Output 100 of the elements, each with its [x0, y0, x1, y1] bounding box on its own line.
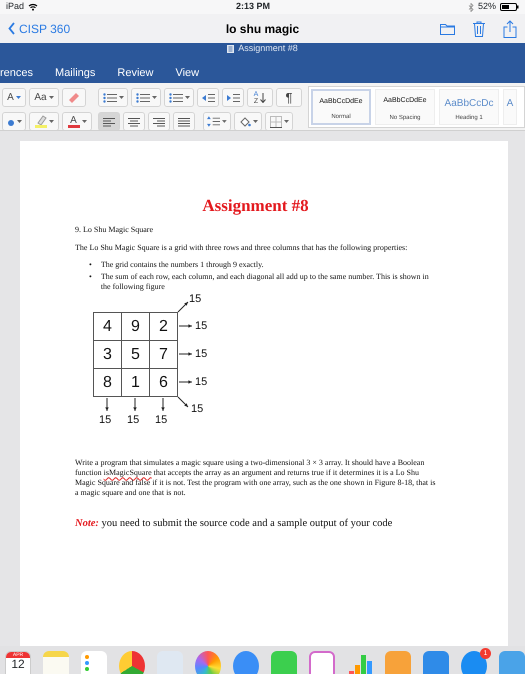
arrow — [105, 398, 109, 412]
intro-paragraph: The Lo Shu Magic Square is a grid with three rows and three columns that has the following properties: — [75, 242, 408, 254]
bullet-item: The sum of each row, each column, and each diagonal all add up to the same number. This is shown in the following figure — [100, 272, 430, 292]
ribbon-tab[interactable]: Review — [117, 65, 154, 82]
highlighter-icon — [34, 115, 46, 128]
color-bar-icon — [68, 124, 80, 128]
line-spacing-icon — [207, 116, 220, 127]
text-effects-button[interactable] — [2, 112, 26, 130]
caret-icon — [48, 120, 54, 123]
change-case-button[interactable]: Aa — [29, 88, 59, 107]
sum-label: 15 — [195, 349, 208, 360]
sum-label: 15 — [189, 294, 202, 306]
task-paragraph: Write a program that simulates a magic square using a two-dimensional 3 × 3 array. It should have a Boolean function isMagicSquare that accepts the array as an argument and returns true if it determines it is a Lo Shu Magic Square and false if it is not. Test the program with one array, such as the one shown in Figure 8-18, that is a magic square and one that is not. — [75, 458, 436, 498]
grid-cell: 6 — [150, 368, 178, 397]
numbered-list-icon — [136, 92, 150, 102]
sum-label: 15 — [195, 377, 208, 388]
justify-button[interactable] — [173, 112, 195, 130]
device-name: iPad — [6, 0, 24, 14]
center-button[interactable] — [123, 112, 145, 130]
battery-percent: 52% — [478, 0, 496, 14]
caret-icon — [184, 96, 190, 99]
numbering-button[interactable] — [131, 88, 161, 107]
grid-cell: 4 — [94, 312, 122, 341]
increase-indent-button[interactable] — [222, 88, 244, 107]
bullet-item: The grid contains the numbers 1 through 9 exactly. — [100, 260, 264, 270]
section-heading: 9. Lo Shu Magic Square — [75, 224, 154, 236]
caret-icon — [222, 120, 227, 123]
battery-icon — [500, 3, 519, 11]
caret-icon — [48, 96, 54, 99]
ribbon-tab[interactable]: View — [175, 65, 200, 82]
wifi-icon — [28, 3, 38, 11]
pilcrow-button[interactable]: ¶ — [276, 88, 302, 107]
document-title: lo shu magic — [226, 20, 300, 38]
sum-label: 15 — [99, 415, 112, 426]
folder-icon[interactable] — [440, 22, 455, 34]
bluetooth-icon — [468, 2, 474, 12]
grid-cell: 9 — [122, 312, 150, 341]
down-arrow-icon — [260, 92, 266, 102]
grid-cell: 5 — [122, 340, 150, 369]
arrow — [161, 398, 165, 412]
increase-indent-icon — [226, 92, 240, 102]
multilevel-list-button[interactable] — [164, 88, 194, 107]
arrow — [133, 398, 137, 412]
note-paragraph: Note: you need to submit the source code and a sample output of your code — [75, 517, 394, 532]
align-right-button[interactable] — [148, 112, 170, 130]
align-right-icon — [152, 116, 166, 126]
decrease-indent-icon — [202, 92, 214, 102]
arrow — [178, 324, 192, 328]
arrow — [178, 352, 192, 356]
paint-bucket-icon — [238, 116, 250, 128]
grid-cell: 7 — [150, 340, 178, 369]
bullet-marker: • — [89, 260, 92, 270]
font-color-button[interactable]: A — [62, 112, 92, 130]
ribbon-tab[interactable]: rences — [0, 65, 34, 82]
reminders-app-icon[interactable] — [81, 651, 107, 674]
caret-icon — [152, 96, 156, 99]
grid-cell: 1 — [122, 368, 150, 397]
sum-label: 15 — [127, 415, 140, 426]
bulleted-list-icon — [102, 92, 116, 102]
grid-cell: 2 — [150, 312, 178, 341]
caret-icon — [252, 120, 258, 123]
browser-app-icon[interactable] — [119, 651, 145, 674]
ribbon-tab[interactable]: Mailings — [55, 65, 96, 82]
line-spacing-button[interactable] — [203, 112, 231, 130]
arrow — [178, 396, 188, 408]
bullet-marker: • — [89, 272, 92, 284]
back-button[interactable]: CISP 360 — [8, 20, 158, 38]
caret-icon — [16, 120, 22, 123]
bullets-button[interactable] — [98, 88, 128, 107]
shading-button[interactable] — [234, 112, 262, 130]
justify-icon — [177, 116, 191, 126]
photos-app-icon[interactable] — [195, 651, 221, 674]
clock: 2:13 PM — [236, 0, 270, 14]
multilevel-list-icon — [168, 92, 182, 102]
decrease-indent-button[interactable] — [197, 88, 219, 107]
sum-label: 15 — [155, 415, 168, 426]
highlight-button[interactable] — [29, 112, 59, 130]
eraser-icon — [67, 92, 81, 104]
sum-label: 15 — [195, 321, 208, 332]
arrow — [178, 302, 188, 313]
sum-label: 15 — [191, 404, 204, 416]
align-left-button[interactable] — [98, 112, 120, 130]
grid-cell: 3 — [94, 340, 122, 369]
trash-icon[interactable] — [472, 20, 486, 36]
caret-icon — [16, 96, 21, 99]
caret-icon — [118, 96, 124, 99]
borders-icon — [270, 116, 282, 128]
clear-formatting-button[interactable] — [62, 88, 86, 107]
assignment-title: Assignment #8 — [201, 196, 310, 216]
share-icon[interactable] — [502, 20, 517, 38]
align-left-icon — [102, 116, 116, 126]
caret-icon — [82, 120, 86, 123]
align-center-icon — [127, 116, 141, 126]
music-app-icon[interactable] — [309, 651, 335, 674]
back-chevron-icon — [8, 22, 15, 35]
borders-button[interactable] — [265, 112, 293, 130]
grow-font-button[interactable]: A — [2, 88, 26, 107]
caret-icon — [284, 120, 288, 123]
grid-cell: 8 — [94, 368, 122, 397]
arrow — [178, 380, 192, 384]
